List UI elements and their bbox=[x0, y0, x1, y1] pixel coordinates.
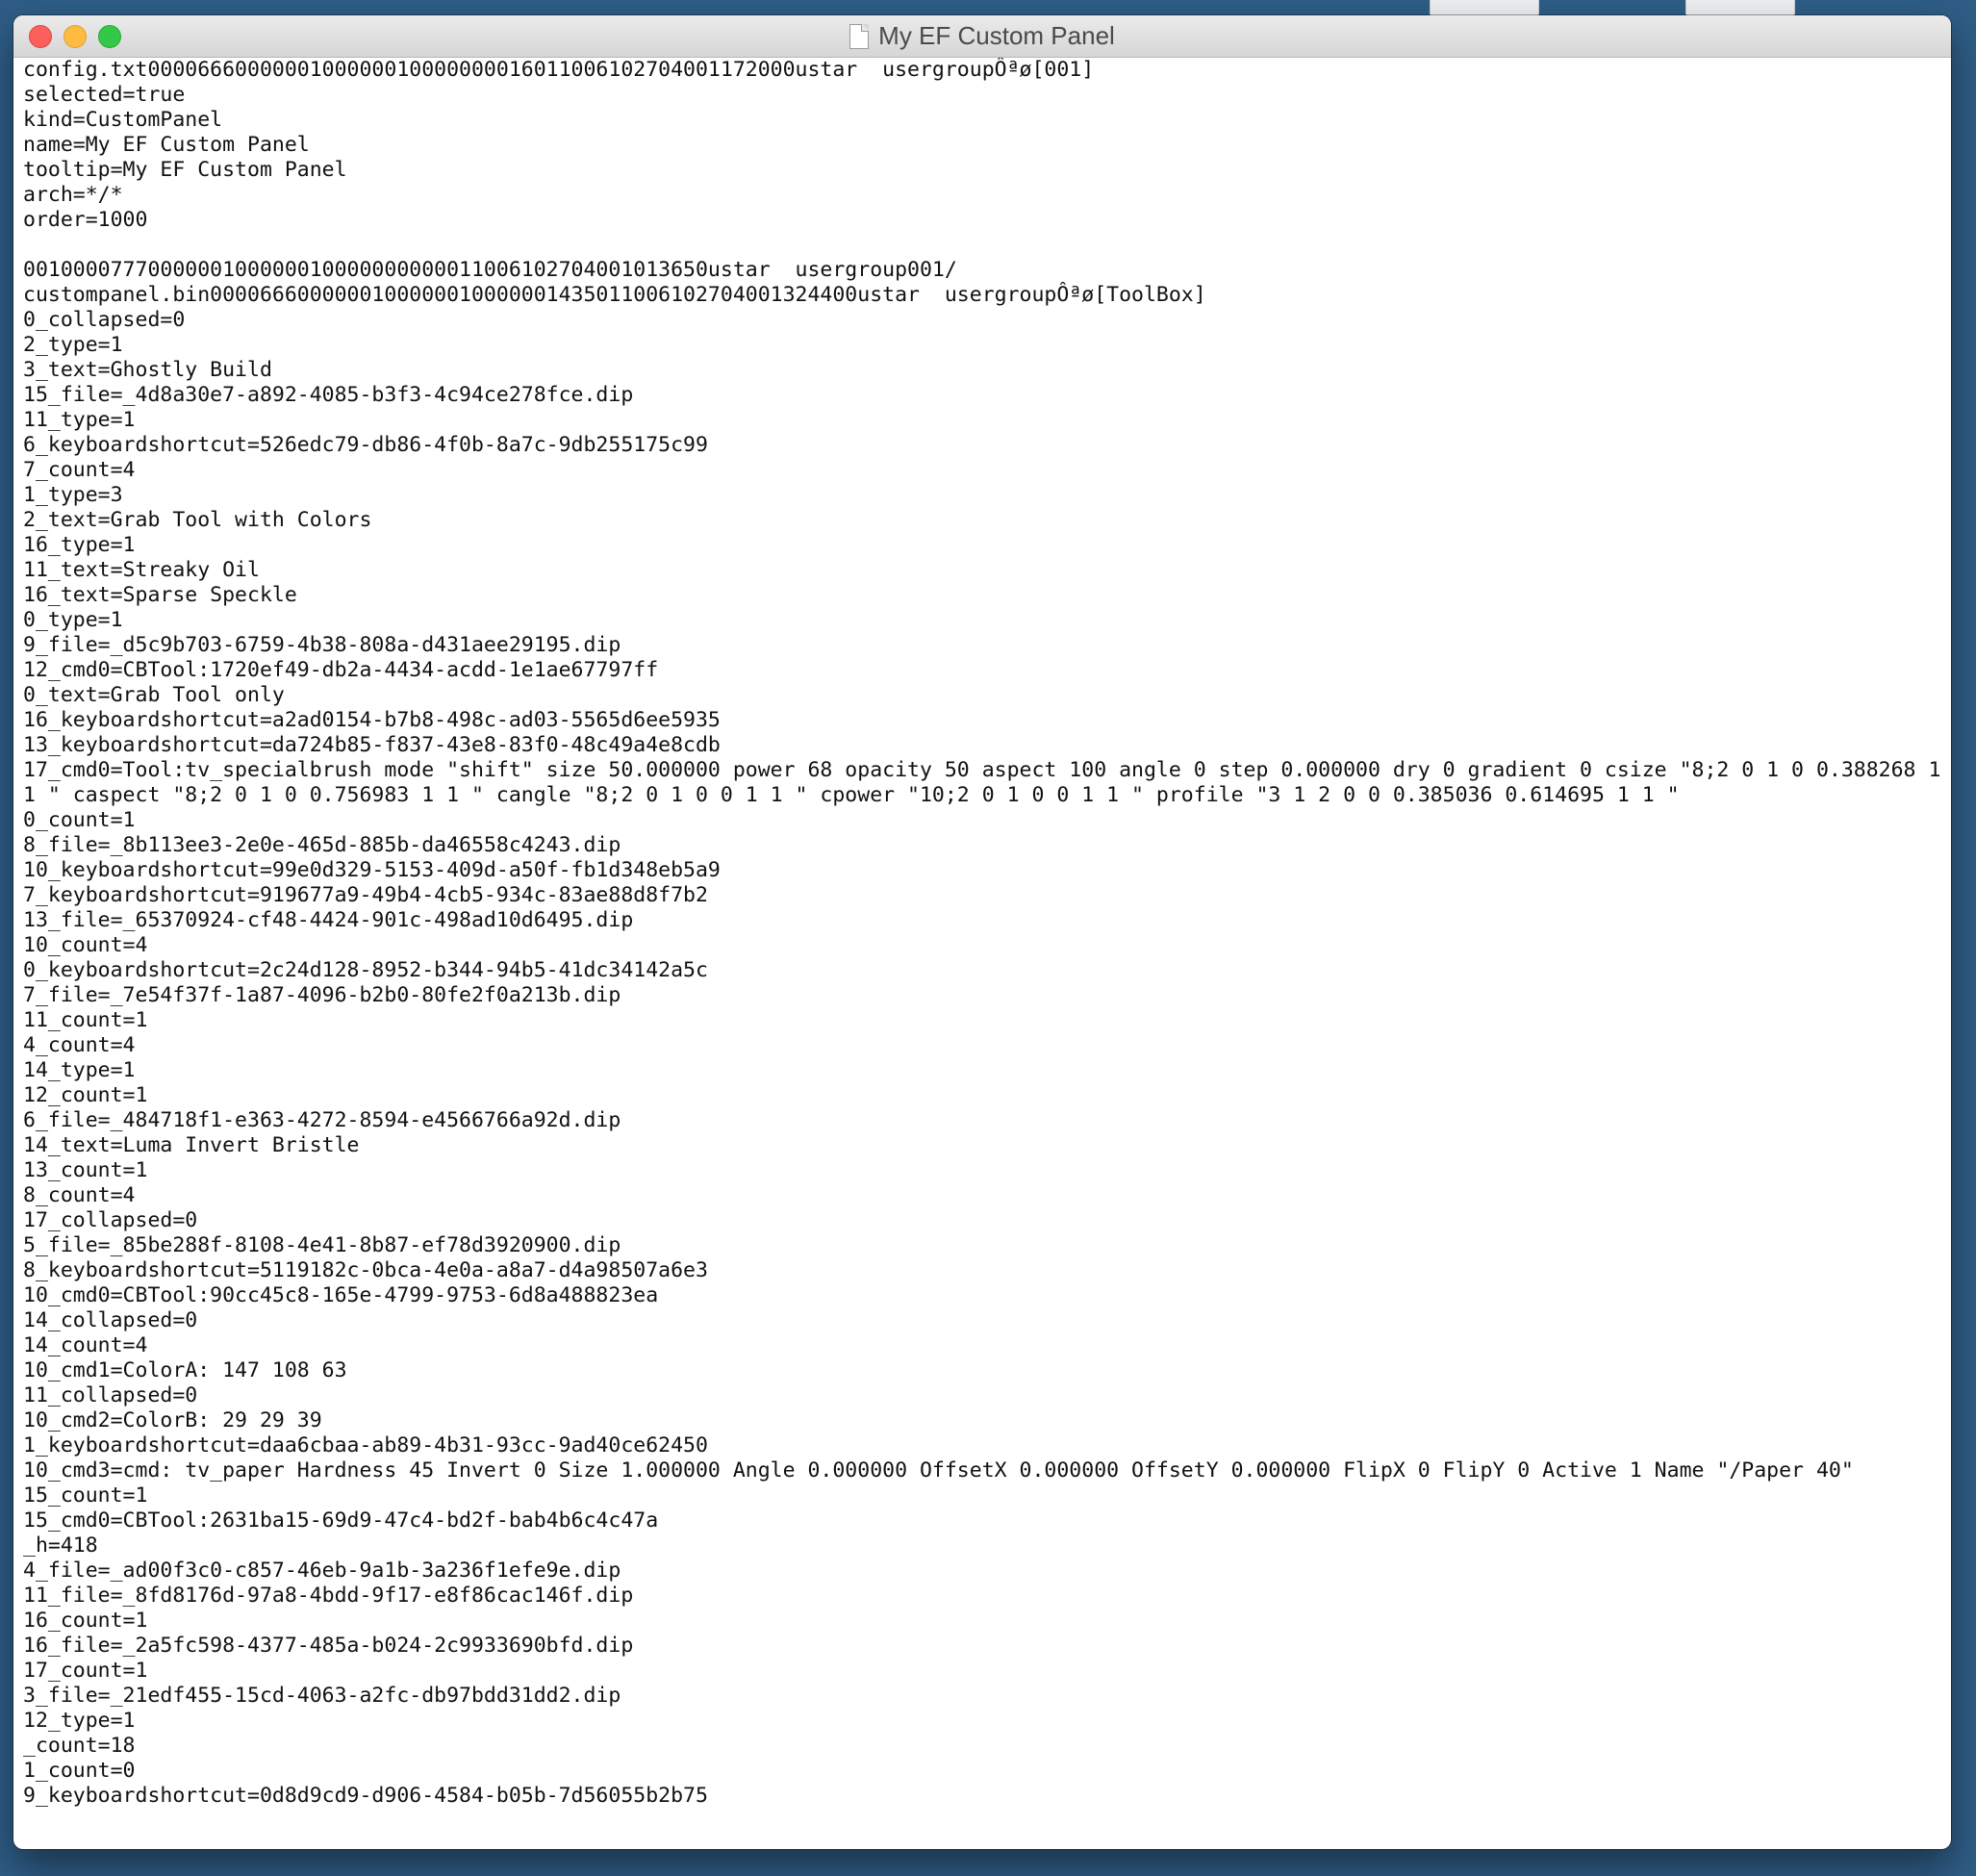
document-text[interactable]: config.txt000066600000010000001000000001… bbox=[23, 58, 1951, 1809]
title-bar[interactable]: My EF Custom Panel bbox=[13, 15, 1951, 58]
desktop-thumbnail bbox=[1430, 0, 1539, 16]
textedit-window: My EF Custom Panel config.txt00006660000… bbox=[13, 15, 1951, 1849]
document-text-area[interactable]: config.txt000066600000010000001000000001… bbox=[13, 58, 1951, 1849]
document-icon bbox=[849, 23, 870, 49]
window-title-group: My EF Custom Panel bbox=[13, 15, 1951, 57]
window-title: My EF Custom Panel bbox=[878, 21, 1115, 50]
desktop-thumbnail bbox=[1685, 0, 1795, 16]
